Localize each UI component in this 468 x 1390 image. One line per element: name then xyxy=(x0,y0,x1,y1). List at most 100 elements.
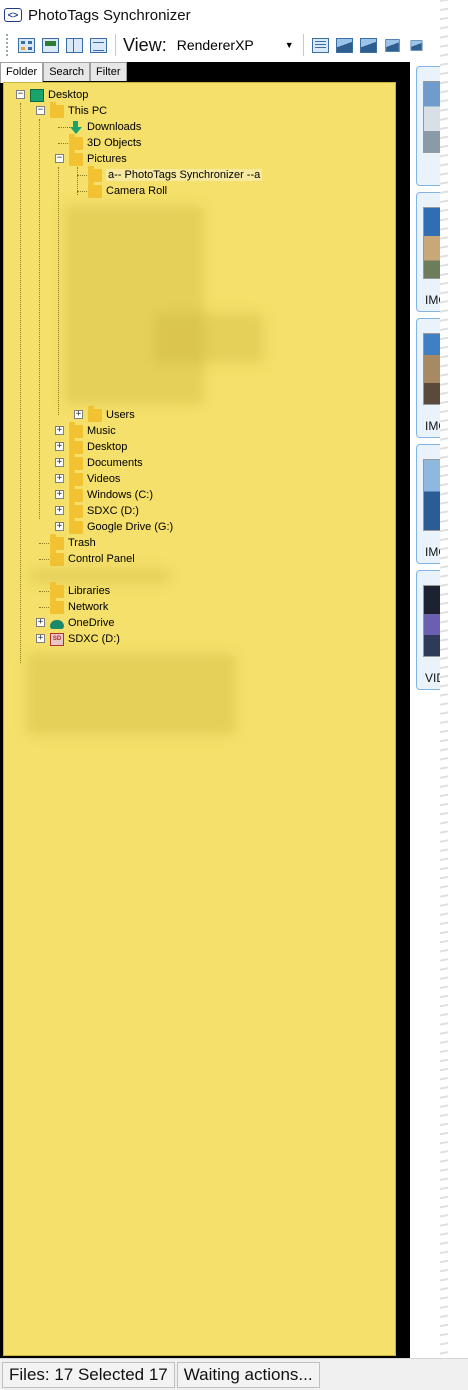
photo-icon xyxy=(336,37,354,53)
folder-icon xyxy=(88,181,102,198)
tree-item-trash[interactable]: Trash xyxy=(50,533,96,551)
tree-item-label: Control Panel xyxy=(68,553,135,565)
tree-item-videos[interactable]: + Videos xyxy=(55,469,120,487)
toolbar-grip[interactable] xyxy=(6,34,10,56)
tree-item-label: a-- PhotoTags Synchronizer --a xyxy=(106,169,263,181)
expand-toggle[interactable]: + xyxy=(36,634,45,643)
tree-item-label: Google Drive (G:) xyxy=(87,521,174,533)
tree-item-desktop-folder[interactable]: + Desktop xyxy=(55,437,128,455)
folder-icon xyxy=(50,101,64,118)
tree-item-onedrive[interactable]: + OneDrive xyxy=(36,615,114,631)
chevron-down-icon: ▼ xyxy=(284,40,294,50)
title-bar: <> PhotoTags Synchronizer xyxy=(0,0,440,30)
folder-tree[interactable]: − Desktop − This PC Downloads 3D Objects… xyxy=(3,82,396,1356)
folder-icon xyxy=(50,533,64,550)
tree-item-label: Libraries xyxy=(68,585,111,597)
tree-item-label: 3D Objects xyxy=(87,137,142,149)
tree-item-camera-roll[interactable]: Camera Roll xyxy=(88,181,167,199)
tab-filter[interactable]: Filter xyxy=(90,62,127,81)
thumbnail-xlarge-button[interactable] xyxy=(334,34,356,56)
expand-toggle[interactable]: + xyxy=(55,522,64,531)
expand-toggle[interactable]: + xyxy=(55,426,64,435)
folder-icon xyxy=(69,149,83,166)
thumbnail-medium-button[interactable] xyxy=(382,34,404,56)
toolbar: View: RendererXP ▼ xyxy=(0,30,450,60)
tree-item-windows-drive[interactable]: + Windows (C:) xyxy=(55,485,154,503)
desktop-icon xyxy=(30,88,44,102)
tree-item-sdxc-drive[interactable]: + SDXC (D:) xyxy=(55,501,139,519)
redacted-region xyxy=(154,313,264,363)
view-renderer-value: RendererXP xyxy=(176,37,254,53)
tab-folder[interactable]: Folder xyxy=(0,62,44,83)
large-icons-view-button[interactable] xyxy=(15,34,37,56)
tree-connector xyxy=(39,119,40,519)
expand-toggle[interactable]: + xyxy=(55,490,64,499)
thumbnail-large-button[interactable] xyxy=(358,34,380,56)
window-title: PhotoTags Synchronizer xyxy=(28,6,191,24)
tree-item-documents[interactable]: + Documents xyxy=(55,453,143,471)
photo-icon xyxy=(385,38,400,52)
toolbar-separator xyxy=(115,34,116,56)
expand-toggle[interactable]: + xyxy=(55,474,64,483)
folder-icon xyxy=(50,581,64,598)
sd-card-icon: SD xyxy=(50,632,64,646)
tree-item-label: This PC xyxy=(68,105,108,117)
panel-tabs: Folder Search Filter xyxy=(0,62,127,83)
tree-item-google-drive[interactable]: + Google Drive (G:) xyxy=(55,517,174,535)
collapse-toggle[interactable]: − xyxy=(55,154,64,163)
folder-icon xyxy=(69,501,83,518)
tree-item-libraries[interactable]: Libraries xyxy=(50,581,111,599)
folder-icon xyxy=(69,437,83,454)
tree-item-label: Windows (C:) xyxy=(87,489,154,501)
tree-item-label: SDXC (D:) xyxy=(87,505,139,517)
expand-toggle[interactable]: + xyxy=(55,442,64,451)
tree-item-sdxc-root[interactable]: + SD SDXC (D:) xyxy=(36,631,120,647)
expand-toggle[interactable]: + xyxy=(55,506,64,515)
expand-toggle[interactable]: + xyxy=(36,618,45,627)
folder-icon xyxy=(69,485,83,502)
expand-toggle[interactable]: + xyxy=(55,458,64,467)
collapse-toggle[interactable]: − xyxy=(36,106,45,115)
tree-item-label: Desktop xyxy=(87,441,128,453)
tree-item-label: Users xyxy=(106,409,135,421)
folder-icon xyxy=(69,469,83,486)
table-view-button[interactable] xyxy=(310,34,332,56)
columns-view-button[interactable] xyxy=(63,34,85,56)
tree-item-label: Documents xyxy=(87,457,143,469)
folder-icon xyxy=(50,597,64,614)
tree-item-users[interactable]: + Users xyxy=(74,405,135,423)
torn-edge-decoration xyxy=(440,0,468,1358)
filmstrip-icon xyxy=(41,37,59,53)
toolbar-separator xyxy=(302,34,304,56)
tree-item-this-pc[interactable]: − This PC xyxy=(36,101,108,119)
tree-item-music[interactable]: + Music xyxy=(55,421,116,439)
status-bar: Files: 17 Selected 17 Waiting actions... xyxy=(0,1358,468,1390)
redacted-region xyxy=(30,569,170,583)
view-label: View: xyxy=(123,34,167,55)
tree-item-3d-objects[interactable]: 3D Objects xyxy=(69,133,142,151)
tree-connector xyxy=(20,103,21,663)
tree-item-pictures[interactable]: − Pictures xyxy=(55,149,127,167)
tab-search[interactable]: Search xyxy=(43,62,91,81)
view-renderer-dropdown[interactable]: RendererXP ▼ xyxy=(172,33,298,57)
tree-item-network[interactable]: Network xyxy=(50,597,108,615)
tree-item-desktop[interactable]: − Desktop xyxy=(16,87,88,103)
tree-item-downloads[interactable]: Downloads xyxy=(69,119,141,135)
folder-icon xyxy=(69,421,83,438)
tree-item-label: Music xyxy=(87,425,116,437)
tree-item-phototags-folder[interactable]: a-- PhotoTags Synchronizer --a xyxy=(88,165,263,183)
details-icon xyxy=(89,37,107,53)
thumbnail-small-button[interactable] xyxy=(406,34,428,56)
filmstrip-view-button[interactable] xyxy=(39,34,61,56)
tree-item-label: Pictures xyxy=(87,153,127,165)
folder-icon xyxy=(88,165,102,182)
tree-item-control-panel[interactable]: Control Panel xyxy=(50,549,135,567)
details-view-button[interactable] xyxy=(87,34,109,56)
collapse-toggle[interactable]: − xyxy=(16,90,25,99)
app-logo-icon: <> xyxy=(4,8,22,22)
status-file-count: Files: 17 Selected 17 xyxy=(2,1361,175,1388)
tree-item-label: SDXC (D:) xyxy=(68,633,120,645)
grid-view-icon xyxy=(17,37,35,53)
expand-toggle[interactable]: + xyxy=(74,410,83,419)
tree-item-label: Trash xyxy=(68,537,96,549)
